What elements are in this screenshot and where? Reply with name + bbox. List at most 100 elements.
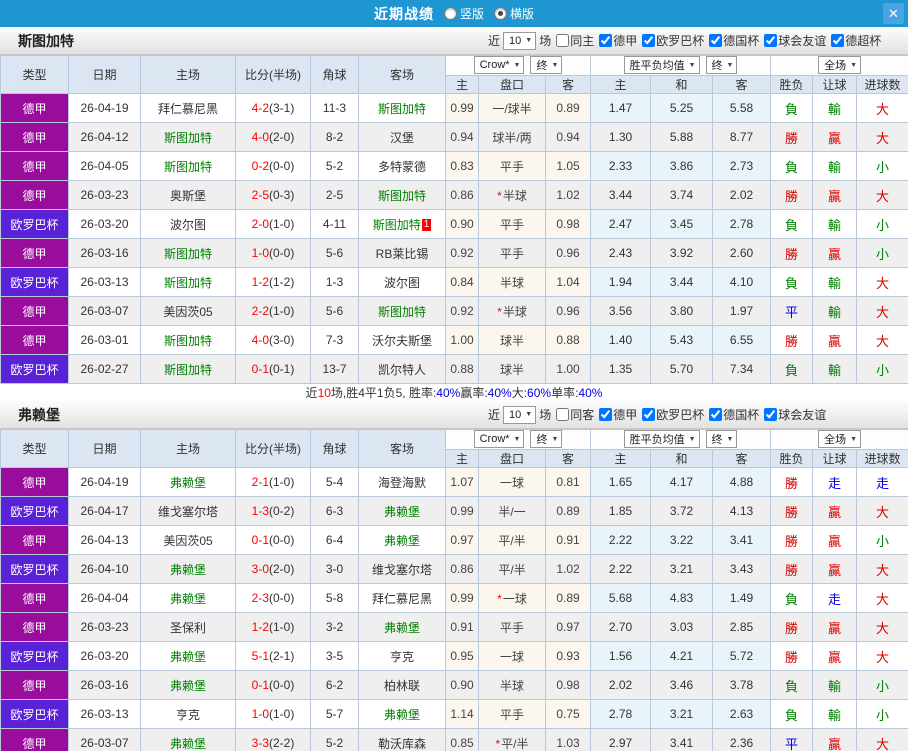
- home-team-name: 弗赖堡: [169, 678, 206, 693]
- avg-draw-odds: 3.86: [650, 151, 714, 181]
- handicap-result-cell: 走: [812, 583, 858, 613]
- corner-score: 5-8: [310, 583, 359, 613]
- handicap-odds-home: 0.94: [445, 122, 479, 152]
- league-filter-2[interactable]: 德国杯: [709, 406, 759, 423]
- odds-final-select[interactable]: 终 ▼: [530, 56, 563, 75]
- handicap-text: 平/半: [498, 533, 526, 548]
- radio-vertical-label: 竖版: [459, 7, 484, 21]
- fulltime-select[interactable]: 全场 ▼: [818, 430, 862, 449]
- halftime-score: (2-0): [269, 130, 295, 144]
- league-filter-0[interactable]: 德甲: [599, 406, 637, 423]
- odds-source-select[interactable]: Crow* ▼: [473, 56, 525, 75]
- same-venue-checkbox[interactable]: [556, 408, 570, 421]
- away-team: 波尔图: [358, 267, 446, 297]
- fulltime-score: 0-1: [251, 678, 269, 692]
- league-filter-1[interactable]: 欧罗巴杯: [642, 32, 704, 49]
- match-score: 1-2(1-0): [235, 612, 311, 642]
- avg-home-odds: 2.33: [590, 151, 652, 181]
- league-checkbox[interactable]: [642, 34, 656, 47]
- handicap-odds-home: 0.99: [445, 93, 479, 123]
- away-team: 弗赖堡: [358, 496, 446, 526]
- handicap-result-cell: 贏: [812, 641, 858, 671]
- away-team-name: 弗赖堡: [383, 533, 420, 548]
- result-cell: 平: [770, 296, 814, 326]
- column-header-0: 类型: [0, 429, 69, 468]
- avg-final-select[interactable]: 终 ▼: [705, 56, 738, 75]
- corner-score: 6-3: [310, 496, 359, 526]
- result-cell: 勝: [770, 238, 814, 268]
- result-cell: 勝: [770, 325, 814, 355]
- match-count-select[interactable]: 10 ▼: [503, 405, 537, 424]
- league-filter-3[interactable]: 球会友谊: [764, 406, 826, 423]
- fulltime-score: 0-2: [251, 159, 269, 173]
- league-filter-3[interactable]: 球会友谊: [764, 32, 826, 49]
- match-count-select[interactable]: 10 ▼: [503, 31, 537, 50]
- handicap-line: 球半: [478, 354, 546, 384]
- away-team: 海登海默: [358, 467, 446, 497]
- league-checkbox[interactable]: [764, 408, 778, 421]
- league-filter-2[interactable]: 德国杯: [709, 32, 759, 49]
- section-header: 弗赖堡近 10 ▼ 场同客 德甲 欧罗巴杯 德国杯 球会友谊: [0, 401, 908, 429]
- league-filter-1[interactable]: 欧罗巴杯: [642, 406, 704, 423]
- handicap-star: *: [495, 736, 501, 751]
- halftime-score: (0-0): [269, 678, 295, 692]
- sub-header-4: 和: [650, 75, 714, 94]
- avg-home-odds: 2.43: [590, 238, 652, 268]
- halftime-score: (1-0): [269, 620, 295, 634]
- league-badge: 德甲: [0, 670, 69, 700]
- close-icon[interactable]: ✕: [883, 3, 904, 24]
- handicap-odds-away: 0.81: [544, 467, 592, 497]
- goals-result-cell: 小: [856, 209, 908, 239]
- home-team-name: 弗赖堡: [169, 591, 206, 606]
- home-team: 弗赖堡: [140, 728, 236, 751]
- handicap-odds-away: 1.00: [544, 354, 592, 384]
- avg-select[interactable]: 胜平负均值 ▼: [623, 430, 700, 449]
- same-venue-filter[interactable]: 同客: [556, 406, 594, 423]
- home-team-name: 斯图加特: [163, 362, 212, 377]
- summary-part: 单率:: [551, 386, 579, 400]
- sub-header-7: 让球: [812, 449, 858, 468]
- record-summary: 近 10 场,胜4平1负5, 胜率: 40% 赢率: 40% 大: 60% 单率: 40%: [0, 384, 908, 401]
- league-filter-0[interactable]: 德甲: [599, 32, 637, 49]
- league-checkbox[interactable]: [642, 408, 656, 421]
- handicap-text: 一球: [502, 591, 527, 606]
- match-score: 5-1(2-1): [235, 641, 311, 671]
- radio-vertical-layout[interactable]: 竖版: [443, 5, 484, 22]
- league-filter-label: 球会友谊: [778, 408, 827, 422]
- radio-horizontal-layout[interactable]: 横版: [494, 5, 534, 22]
- odds-final-select[interactable]: 终 ▼: [530, 430, 563, 449]
- odds-source-select[interactable]: Crow* ▼: [473, 430, 525, 449]
- match-row: 德甲 26-03-07 弗赖堡 3-3(2-2) 5-2 勒沃库森 0.85 *平/半 1.03…: [0, 728, 908, 751]
- match-date: 26-03-23: [68, 612, 141, 642]
- same-venue-filter[interactable]: 同主: [556, 32, 594, 49]
- halftime-score: (0-0): [269, 591, 295, 605]
- fulltime-score: 0-1: [251, 362, 269, 376]
- league-filter-4[interactable]: 德超杯: [831, 32, 881, 49]
- handicap-result-cell: 贏: [812, 180, 858, 210]
- fulltime-select[interactable]: 全场 ▼: [818, 56, 862, 75]
- league-badge: 德甲: [0, 525, 69, 555]
- avg-away-odds: 3.78: [712, 670, 772, 700]
- halftime-score: (2-1): [269, 649, 295, 663]
- avg-away-odds: 2.73: [712, 151, 772, 181]
- handicap-line: *平/半: [478, 728, 546, 751]
- avg-home-odds: 2.97: [590, 728, 652, 751]
- match-date: 26-03-13: [68, 267, 141, 297]
- column-header-5: 客场: [358, 429, 446, 468]
- league-checkbox[interactable]: [709, 408, 723, 421]
- league-checkbox[interactable]: [764, 34, 778, 47]
- league-checkbox[interactable]: [831, 34, 845, 47]
- league-checkbox[interactable]: [709, 34, 723, 47]
- league-checkbox[interactable]: [599, 408, 613, 421]
- avg-select[interactable]: 胜平负均值 ▼: [623, 56, 700, 75]
- handicap-odds-away: 0.94: [544, 122, 592, 152]
- fulltime-score: 2-5: [251, 188, 269, 202]
- summary-part: 赢率:: [460, 386, 488, 400]
- handicap-text: 半球: [502, 188, 527, 203]
- league-checkbox[interactable]: [599, 34, 613, 47]
- avg-draw-odds: 3.92: [650, 238, 714, 268]
- avg-final-select[interactable]: 终 ▼: [705, 430, 738, 449]
- away-team-name: 弗赖堡: [383, 504, 420, 519]
- handicap-line: 球半: [478, 325, 546, 355]
- same-venue-checkbox[interactable]: [556, 34, 570, 47]
